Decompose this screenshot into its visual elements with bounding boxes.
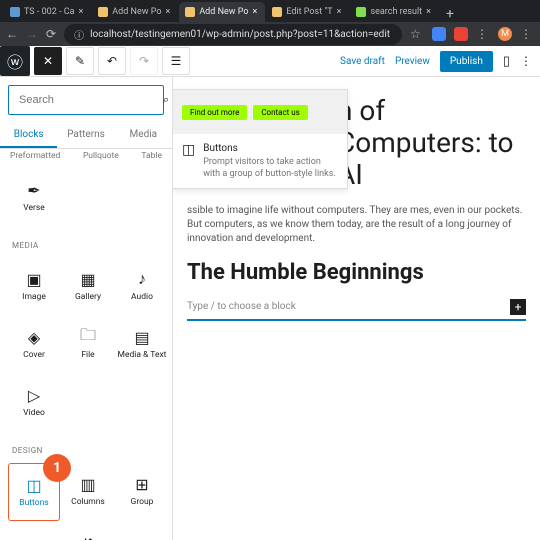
- buttons-icon: ◫: [26, 476, 41, 494]
- stack-icon: ⇵: [81, 535, 94, 540]
- cover-icon: ◈: [28, 328, 40, 346]
- extension-icon[interactable]: [454, 27, 468, 41]
- favicon: [10, 7, 20, 17]
- close-icon[interactable]: ×: [166, 7, 171, 17]
- save-draft-button[interactable]: Save draft: [340, 56, 385, 67]
- undo-button[interactable]: ↶: [98, 47, 126, 75]
- url-input[interactable]: ⓘlocalhost/testingemen01/wp-admin/post.p…: [64, 24, 402, 45]
- forward-icon[interactable]: →: [26, 27, 38, 41]
- favicon: [356, 7, 366, 17]
- tab-media[interactable]: Media: [115, 123, 172, 148]
- browser-tabstrip: TS - 002 - Ca× Add New Po× Add New Po× E…: [0, 0, 540, 22]
- editor-toolbar: ⓦ ✕ ✎ ↶ ↷ ☰ Save draft Preview Publish ▯…: [0, 46, 540, 77]
- tab-patterns[interactable]: Patterns: [57, 123, 114, 148]
- info-icon: ⓘ: [74, 27, 84, 42]
- media-text-icon: ▤: [134, 328, 149, 346]
- group-icon: ⊞: [135, 475, 148, 493]
- verse-icon: ✒: [27, 181, 40, 199]
- block-table[interactable]: Table: [141, 151, 162, 161]
- settings-sidebar-icon[interactable]: ▯: [503, 54, 510, 69]
- close-icon[interactable]: ×: [253, 7, 258, 17]
- add-block-button[interactable]: +: [510, 299, 526, 315]
- block-pullquote[interactable]: Pullquote: [83, 151, 119, 161]
- row-icon: ⇿: [27, 535, 40, 540]
- columns-icon: ▥: [80, 475, 95, 493]
- tooltip-title: Buttons: [203, 142, 337, 155]
- post-title[interactable]: n of Computers: to AI: [337, 95, 526, 192]
- section-heading-design: DESIGN: [4, 438, 172, 459]
- tooltip-preview: Find out more Contact us: [173, 90, 347, 134]
- document-overview-button[interactable]: ☰: [162, 47, 190, 75]
- block-buttons[interactable]: 1 ◫Buttons: [8, 463, 60, 521]
- block-row[interactable]: ⇿Row: [8, 523, 60, 540]
- post-heading[interactable]: The Humble Beginnings: [187, 260, 526, 285]
- step-badge: 1: [43, 454, 71, 482]
- reload-icon[interactable]: ⟳: [46, 27, 56, 41]
- publish-button[interactable]: Publish: [440, 51, 493, 72]
- block-search[interactable]: ⌕: [8, 85, 164, 115]
- kebab-icon[interactable]: ⋮: [520, 27, 534, 41]
- appender-placeholder: Type / to choose a block: [187, 301, 296, 312]
- browser-tab-0[interactable]: TS - 002 - Ca×: [4, 2, 91, 22]
- buttons-icon: ◫: [182, 142, 195, 180]
- close-icon[interactable]: ×: [337, 7, 342, 17]
- search-icon: ⌕: [163, 93, 169, 107]
- search-input[interactable]: [17, 93, 163, 107]
- extensions-menu-icon[interactable]: ⋮: [476, 27, 490, 41]
- preview-button-pill: Find out more: [182, 105, 247, 120]
- new-tab-button[interactable]: +: [440, 6, 460, 22]
- tab-blocks[interactable]: Blocks: [0, 123, 57, 148]
- options-icon[interactable]: ⋮: [520, 54, 532, 68]
- block-row: Preformatted Pullquote Table: [0, 149, 172, 161]
- tools-button[interactable]: ✎: [66, 47, 94, 75]
- close-icon[interactable]: ×: [78, 7, 83, 17]
- back-icon[interactable]: ←: [6, 27, 18, 41]
- extension-icon[interactable]: [432, 27, 446, 41]
- block-video[interactable]: ▷Video: [8, 374, 60, 430]
- favicon: [98, 7, 108, 17]
- browser-tab-4[interactable]: search result×: [350, 2, 438, 22]
- block-preview-tooltip: Find out more Contact us ◫ Buttons Promp…: [173, 89, 348, 189]
- image-icon: ▣: [26, 270, 41, 288]
- video-icon: ▷: [28, 386, 40, 404]
- block-media-text[interactable]: ▤Media & Text: [116, 316, 168, 372]
- tooltip-description: Prompt visitors to take action with a gr…: [203, 157, 337, 180]
- block-file[interactable]: 🗀File: [62, 316, 114, 372]
- block-audio[interactable]: ♪Audio: [116, 258, 168, 314]
- editor-canvas[interactable]: Find out more Contact us ◫ Buttons Promp…: [173, 77, 540, 540]
- close-icon[interactable]: ×: [426, 7, 431, 17]
- block-more[interactable]: ⋯More: [116, 523, 168, 540]
- block-group[interactable]: ⊞Group: [116, 463, 168, 519]
- post-paragraph[interactable]: ssible to imagine life without computers…: [187, 204, 526, 246]
- block-verse[interactable]: ✒Verse: [8, 169, 60, 225]
- file-icon: 🗀: [80, 328, 96, 346]
- preview-button-pill: Contact us: [253, 105, 307, 120]
- favicon: [272, 7, 282, 17]
- more-icon: ⋯: [134, 535, 150, 540]
- block-inserter-panel: ⌕ Blocks Patterns Media Preformatted Pul…: [0, 77, 173, 540]
- browser-tab-3[interactable]: Edit Post "T×: [266, 2, 349, 22]
- inserter-tabs: Blocks Patterns Media: [0, 123, 172, 149]
- block-stack[interactable]: ⇵Stack: [62, 523, 114, 540]
- profile-avatar[interactable]: M: [498, 27, 512, 41]
- preview-button[interactable]: Preview: [395, 56, 430, 67]
- block-gallery[interactable]: ▦Gallery: [62, 258, 114, 314]
- gallery-icon: ▦: [80, 270, 95, 288]
- block-image[interactable]: ▣Image: [8, 258, 60, 314]
- share-icon[interactable]: ☆: [410, 27, 424, 41]
- wordpress-logo-icon[interactable]: ⓦ: [0, 46, 30, 76]
- block-cover[interactable]: ◈Cover: [8, 316, 60, 372]
- block-preformatted[interactable]: Preformatted: [10, 151, 60, 161]
- browser-extensions: ☆ ⋮ M ⋮: [410, 27, 534, 41]
- browser-tab-1[interactable]: Add New Po×: [92, 2, 178, 22]
- favicon: [185, 7, 195, 17]
- browser-address-bar: ← → ⟳ ⓘlocalhost/testingemen01/wp-admin/…: [0, 22, 540, 46]
- empty-block-appender[interactable]: Type / to choose a block +: [187, 295, 526, 321]
- section-heading-media: MEDIA: [4, 233, 172, 254]
- browser-tab-2[interactable]: Add New Po×: [179, 2, 265, 22]
- redo-button[interactable]: ↷: [130, 47, 158, 75]
- audio-icon: ♪: [138, 270, 146, 288]
- close-inserter-button[interactable]: ✕: [34, 47, 62, 75]
